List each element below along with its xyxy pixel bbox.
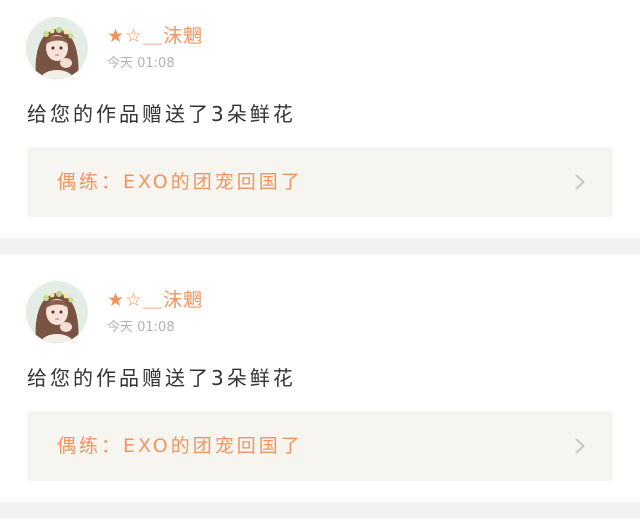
work-title: 偶练：EXO的团宠回国了 xyxy=(57,171,303,193)
notification-page: ★☆＿沫魍 今天 01:08 给您的作品赠送了3朵鲜花 偶练：EXO的团宠回国了 xyxy=(0,0,640,526)
chevron-right-icon xyxy=(575,438,585,454)
username[interactable]: ★☆＿沫魍 xyxy=(107,24,203,48)
user-avatar[interactable] xyxy=(26,17,88,79)
avatar-image xyxy=(26,281,88,343)
username[interactable]: ★☆＿沫魍 xyxy=(107,288,203,312)
notification-feed[interactable]: ★☆＿沫魍 今天 01:08 给您的作品赠送了3朵鲜花 偶练：EXO的团宠回国了 xyxy=(0,0,640,518)
avatar-image xyxy=(26,17,88,79)
work-link-card[interactable]: 偶练：EXO的团宠回国了 xyxy=(27,147,613,217)
chevron-right-icon xyxy=(575,174,585,190)
work-link-card[interactable]: 偶练：EXO的团宠回国了 xyxy=(27,411,613,481)
notification-message: 给您的作品赠送了3朵鲜花 xyxy=(27,366,296,390)
card-separator xyxy=(0,238,640,254)
notification-card: ★☆＿沫魍 今天 01:08 给您的作品赠送了3朵鲜花 偶练：EXO的团宠回国了 xyxy=(0,0,640,238)
timestamp: 今天 01:08 xyxy=(107,56,175,71)
notification-card: ★☆＿沫魍 今天 01:08 给您的作品赠送了3朵鲜花 偶练：EXO的团宠回国了 xyxy=(0,254,640,502)
user-avatar[interactable] xyxy=(26,281,88,343)
card-separator xyxy=(0,502,640,518)
timestamp: 今天 01:08 xyxy=(107,320,175,335)
notification-message: 给您的作品赠送了3朵鲜花 xyxy=(27,102,296,126)
work-title: 偶练：EXO的团宠回国了 xyxy=(57,435,303,457)
